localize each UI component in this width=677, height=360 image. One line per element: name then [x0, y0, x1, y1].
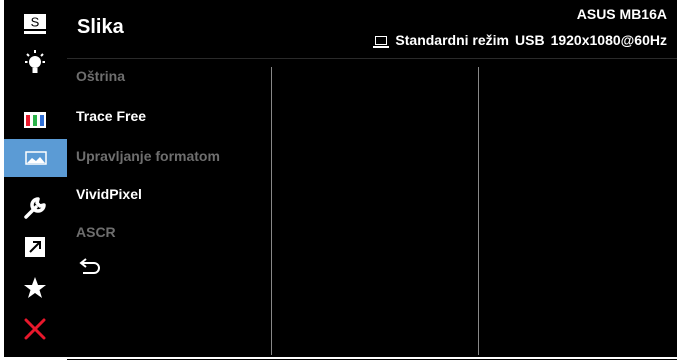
- image-icon: [24, 151, 47, 165]
- menu-item-upravljanje-formatom[interactable]: Upravljanje formatom: [76, 148, 220, 164]
- input-source: USB: [515, 32, 545, 48]
- column-divider-1: [271, 67, 272, 355]
- sidebar-item-close[interactable]: [4, 310, 66, 348]
- menu-item-ascr[interactable]: ASCR: [76, 224, 116, 240]
- model-name: ASUS MB16A: [576, 6, 667, 22]
- monitor-icon: [373, 35, 390, 48]
- sidebar-item-splendid[interactable]: S: [4, 5, 66, 43]
- column-divider-2: [478, 67, 479, 355]
- status-bar: Standardni režim USB 1920x1080@60Hz: [373, 32, 667, 48]
- osd-menu: S Slika ASUS MB16A Standardni režim USB …: [0, 0, 677, 360]
- back-icon[interactable]: [79, 257, 101, 275]
- sidebar-item-color[interactable]: [4, 101, 66, 139]
- current-mode: Standardni režim: [395, 32, 510, 48]
- frame-left-border: [0, 0, 4, 359]
- sidebar-item-favorite[interactable]: [4, 269, 66, 307]
- sidebar-item-image[interactable]: [4, 139, 67, 177]
- page-title: Slika: [77, 16, 124, 38]
- brightness-icon: [25, 50, 45, 73]
- setup-wrench-icon: [24, 197, 46, 219]
- menu-panel: Oštrina Trace Free Upravljanje formatom …: [67, 58, 677, 360]
- sidebar-item-brightness[interactable]: [4, 44, 66, 82]
- sidebar: S: [0, 0, 67, 359]
- splendid-glyph: S: [31, 15, 40, 30]
- splendid-icon: S: [24, 14, 46, 34]
- sidebar-item-shortcut[interactable]: [4, 228, 66, 266]
- close-icon: [24, 318, 46, 340]
- resolution: 1920x1080@60Hz: [550, 32, 667, 48]
- shortcut-icon: [25, 237, 45, 257]
- sidebar-item-setup[interactable]: [4, 189, 66, 227]
- menu-item-vividpixel[interactable]: VividPixel: [76, 186, 142, 202]
- color-icon: [24, 112, 46, 128]
- menu-item-trace-free[interactable]: Trace Free: [76, 108, 146, 124]
- menu-item-ostrina[interactable]: Oštrina: [76, 68, 125, 84]
- favorite-star-icon: [24, 277, 46, 298]
- osd-header: Slika ASUS MB16A Standardni režim USB 19…: [67, 0, 677, 58]
